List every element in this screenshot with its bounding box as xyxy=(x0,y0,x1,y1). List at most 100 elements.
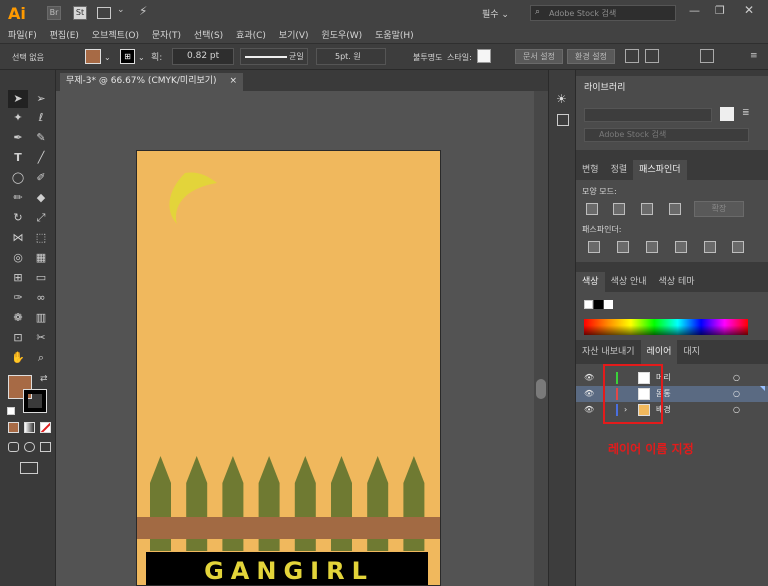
curvature-tool-icon[interactable]: ✎ xyxy=(32,130,50,146)
shaper-tool-icon[interactable]: ✏ xyxy=(9,190,27,206)
graphic-style-swatch[interactable] xyxy=(477,49,491,63)
panel-menu-icon[interactable]: ≡ xyxy=(750,51,758,61)
none-swatch[interactable] xyxy=(584,300,593,309)
fill-swatch[interactable] xyxy=(85,49,101,64)
stock-search-field[interactable]: ⌕ Adobe Stock 검색 xyxy=(530,5,676,21)
chevron-down-icon[interactable]: ⌄ xyxy=(117,5,125,15)
tab-asset-export[interactable]: 자산 내보내기 xyxy=(576,340,641,364)
ellipse-tool-icon[interactable]: ◯ xyxy=(9,170,27,186)
tab-color-themes[interactable]: 색상 테마 xyxy=(653,272,701,292)
width-tool-icon[interactable]: ⋈ xyxy=(9,230,27,246)
document-tab[interactable]: 무제-3* @ 66.67% (CMYK/미리보기) × xyxy=(60,73,243,91)
gradient-mode-icon[interactable] xyxy=(24,422,35,433)
rotate-tool-icon[interactable]: ↻ xyxy=(9,210,27,226)
close-window-button[interactable]: ✕ xyxy=(744,3,754,17)
column-graph-tool-icon[interactable]: ▥ xyxy=(32,310,50,326)
library-tab[interactable]: 라이브러리 xyxy=(576,76,768,100)
draw-inside-icon[interactable] xyxy=(40,442,51,452)
brush-select[interactable]: 5pt. 원 xyxy=(316,48,386,65)
zoom-tool-icon[interactable]: ⌕ xyxy=(32,350,50,366)
stock-button[interactable]: St xyxy=(73,6,87,20)
scroll-thumb[interactable] xyxy=(536,379,546,399)
document-setup-button[interactable]: 문서 설정 xyxy=(515,49,563,64)
unite-icon[interactable] xyxy=(586,203,598,215)
merge-icon[interactable] xyxy=(646,241,658,253)
menu-select[interactable]: 선택(S) xyxy=(194,31,223,41)
minus-front-icon[interactable] xyxy=(613,203,625,215)
gradient-tool-icon[interactable]: ▭ xyxy=(32,270,50,286)
color-mode-icon[interactable] xyxy=(8,422,19,433)
mesh-tool-icon[interactable]: ⊞ xyxy=(9,270,27,286)
black-swatch[interactable] xyxy=(594,300,603,309)
slice-tool-icon[interactable]: ✂ xyxy=(32,330,50,346)
swap-colors-icon[interactable]: ⇄ xyxy=(40,374,48,384)
paintbrush-tool-icon[interactable]: ✐ xyxy=(32,170,50,186)
menu-edit[interactable]: 편집(E) xyxy=(50,31,79,41)
intersect-icon[interactable] xyxy=(641,203,653,215)
expand-button[interactable]: 확장 xyxy=(694,201,744,217)
draw-behind-icon[interactable] xyxy=(24,442,35,452)
brightness-icon[interactable]: ☀ xyxy=(556,92,567,106)
white-swatch[interactable] xyxy=(604,300,613,309)
trim-icon[interactable] xyxy=(617,241,629,253)
vertical-scrollbar[interactable] xyxy=(534,91,548,586)
target-icon[interactable]: ○ xyxy=(733,386,740,402)
visibility-eye-icon[interactable]: 👁 xyxy=(584,386,594,402)
pen-tool-icon[interactable]: ✒ xyxy=(9,130,27,146)
stroke-swatch[interactable]: ⊞ xyxy=(120,49,135,64)
chevron-down-icon[interactable]: ⌄ xyxy=(138,53,145,62)
draw-mode-icon[interactable] xyxy=(8,442,19,452)
divide-icon[interactable] xyxy=(588,241,600,253)
tab-layers[interactable]: 레이어 xyxy=(640,340,678,364)
direct-selection-tool-icon[interactable]: ➢ xyxy=(32,91,50,107)
hand-tool-icon[interactable]: ✋ xyxy=(9,350,27,366)
target-icon[interactable]: ○ xyxy=(733,370,740,386)
close-tab-icon[interactable]: × xyxy=(229,76,237,86)
visibility-eye-icon[interactable]: 👁 xyxy=(584,370,594,386)
opacity-link[interactable]: 불투명도 xyxy=(413,52,442,63)
scale-tool-icon[interactable]: ⤢ xyxy=(32,210,50,226)
list-view-icon[interactable]: ≣ xyxy=(742,108,750,118)
tab-color[interactable]: 색상 xyxy=(576,272,605,292)
menu-effect[interactable]: 효과(C) xyxy=(236,31,266,41)
selection-tool-icon[interactable]: ➤ xyxy=(9,91,27,107)
artboard-tool-icon[interactable]: ⊡ xyxy=(9,330,27,346)
restore-button[interactable]: ❐ xyxy=(715,4,725,17)
tab-transform[interactable]: 변형 xyxy=(576,160,605,180)
links-icon[interactable] xyxy=(557,114,569,126)
blend-tool-icon[interactable]: ∞ xyxy=(32,290,50,306)
workspace-switcher[interactable]: 필수 ⌄ xyxy=(482,7,509,20)
menu-file[interactable]: 파일(F) xyxy=(8,31,37,41)
library-search-field[interactable]: Adobe Stock 검색 xyxy=(584,128,749,142)
color-spectrum[interactable] xyxy=(584,319,748,335)
select-similar-icon[interactable] xyxy=(625,49,639,63)
tab-color-guide[interactable]: 색상 안내 xyxy=(605,272,653,292)
lasso-tool-icon[interactable]: ℓ xyxy=(32,110,50,126)
menu-window[interactable]: 윈도우(W) xyxy=(321,31,362,41)
visibility-eye-icon[interactable]: 👁 xyxy=(584,402,594,418)
eyedropper-tool-icon[interactable]: ✑ xyxy=(9,290,27,306)
menu-view[interactable]: 보기(V) xyxy=(279,31,309,41)
stroke-profile-select[interactable]: 균일 xyxy=(240,48,308,65)
outline-icon[interactable] xyxy=(704,241,716,253)
artboard[interactable]: GANGIRL xyxy=(136,150,441,586)
shape-builder-tool-icon[interactable]: ◎ xyxy=(9,250,27,266)
menu-object[interactable]: 오브젝트(O) xyxy=(92,31,139,41)
bridge-button[interactable]: Br xyxy=(47,6,61,20)
align-icon[interactable] xyxy=(700,49,714,63)
minimize-button[interactable]: — xyxy=(689,4,700,17)
gpu-performance-icon[interactable]: ⚡ xyxy=(139,4,147,18)
stroke-weight-field[interactable]: 0.82 pt xyxy=(172,48,234,65)
chevron-down-icon[interactable]: ⌄ xyxy=(104,53,111,62)
symbol-sprayer-tool-icon[interactable]: ❁ xyxy=(9,310,27,326)
perspective-grid-tool-icon[interactable]: ▦ xyxy=(32,250,50,266)
grid-view-icon[interactable] xyxy=(720,107,734,121)
tab-artboards[interactable]: 대지 xyxy=(677,340,706,364)
tab-pathfinder[interactable]: 패스파인더 xyxy=(633,160,687,180)
default-colors-icon[interactable] xyxy=(7,407,15,415)
screen-mode-icon[interactable] xyxy=(20,462,38,474)
minus-back-icon[interactable] xyxy=(732,241,744,253)
magic-wand-tool-icon[interactable]: ✦ xyxy=(9,110,27,126)
stroke-color-box[interactable] xyxy=(23,389,47,413)
arrange-documents-icon[interactable] xyxy=(97,7,111,19)
